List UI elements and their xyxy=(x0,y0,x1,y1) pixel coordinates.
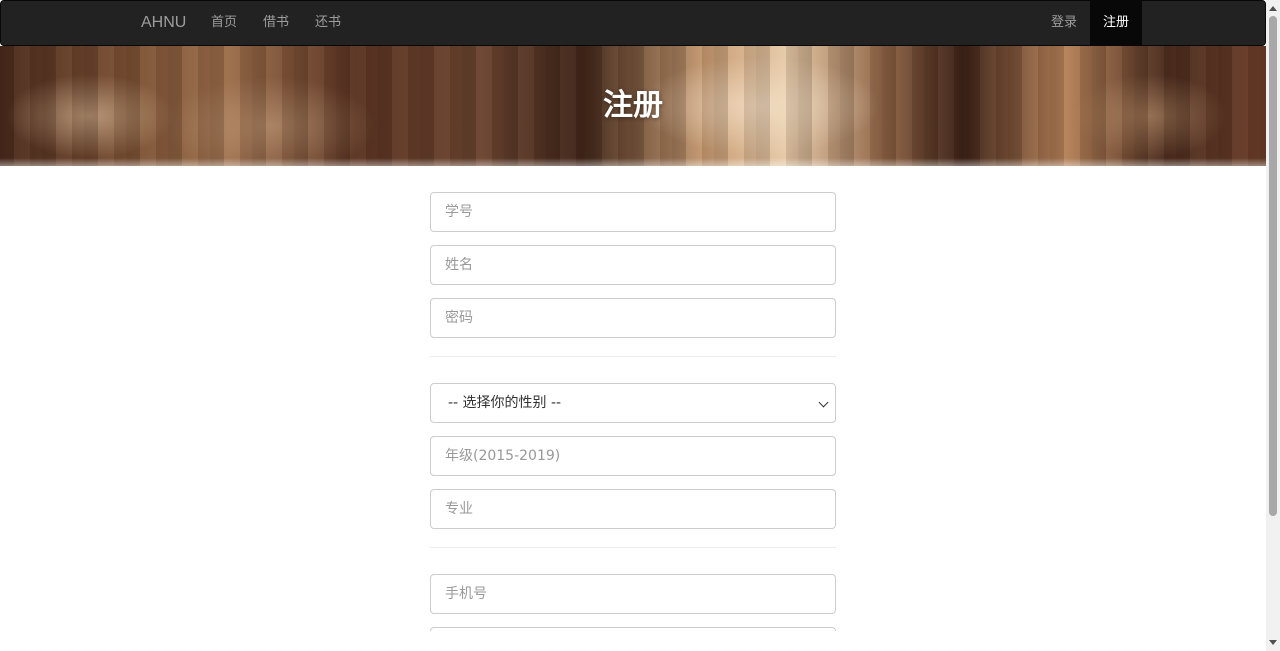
brand-link[interactable]: AHNU xyxy=(141,1,186,45)
page-scrollbar[interactable] xyxy=(1266,0,1280,651)
password-input[interactable] xyxy=(430,298,836,338)
gender-select-value: -- 选择你的性别 -- xyxy=(448,395,562,411)
nav-item-login: 登录 xyxy=(1038,1,1090,45)
divider xyxy=(430,547,836,548)
nav-link-borrow[interactable]: 借书 xyxy=(250,1,302,45)
next-input-partial[interactable] xyxy=(430,627,836,631)
nav-left: 首页 借书 还书 xyxy=(198,1,354,45)
hero-banner: 注册 xyxy=(0,46,1266,166)
chevron-down-icon xyxy=(818,397,829,408)
scrollbar-thumb[interactable] xyxy=(1269,16,1277,516)
grade-input[interactable] xyxy=(430,436,836,476)
student-id-input[interactable] xyxy=(430,192,836,232)
phone-input[interactable] xyxy=(430,574,836,614)
top-navbar: AHNU 首页 借书 还书 登录 注册 xyxy=(0,0,1266,46)
nav-item-borrow: 借书 xyxy=(250,1,302,45)
nav-link-login[interactable]: 登录 xyxy=(1038,1,1090,45)
scroll-up-arrow-icon[interactable] xyxy=(1269,6,1277,11)
divider xyxy=(430,356,836,357)
nav-item-register: 注册 xyxy=(1090,1,1143,45)
name-input[interactable] xyxy=(430,245,836,285)
nav-item-home: 首页 xyxy=(198,1,250,45)
nav-link-home[interactable]: 首页 xyxy=(198,1,250,45)
nav-link-return[interactable]: 还书 xyxy=(302,1,354,45)
nav-link-register[interactable]: 注册 xyxy=(1090,1,1143,45)
major-input[interactable] xyxy=(430,489,836,529)
register-form: -- 选择你的性别 -- xyxy=(430,192,836,631)
scroll-down-arrow-icon[interactable] xyxy=(1269,640,1277,645)
nav-right: 登录 注册 xyxy=(1038,1,1143,45)
gender-select[interactable]: -- 选择你的性别 -- xyxy=(430,383,836,423)
nav-item-return: 还书 xyxy=(302,1,354,45)
page-title: 注册 xyxy=(603,88,663,123)
